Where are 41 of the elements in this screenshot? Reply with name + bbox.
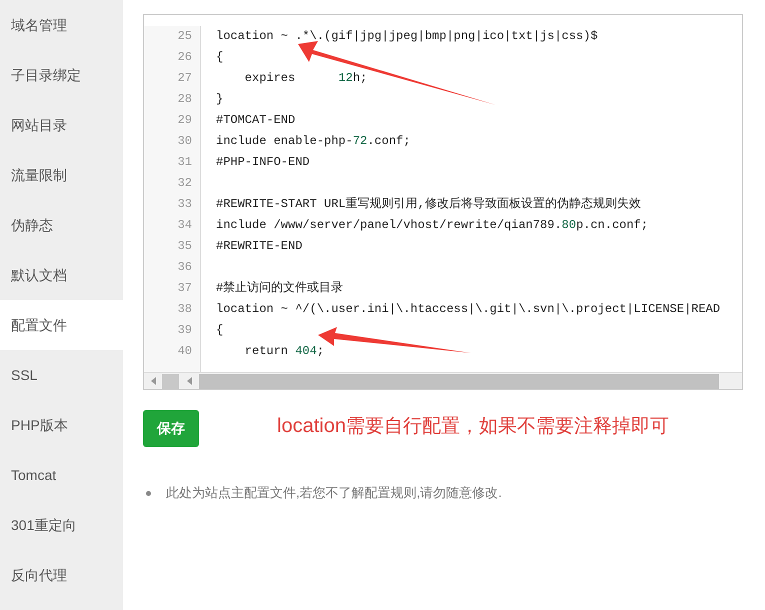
line-number: 39 bbox=[176, 322, 193, 339]
horizontal-scrollbar[interactable] bbox=[144, 372, 742, 389]
left-arrow-icon[interactable] bbox=[150, 377, 156, 385]
line-number: 37 bbox=[176, 280, 193, 297]
save-button[interactable]: 保存 bbox=[143, 410, 199, 447]
code-line: expires 12h; bbox=[244, 70, 368, 87]
code-line: #禁止访问的文件或目录 bbox=[216, 280, 344, 297]
left-arrow-icon[interactable] bbox=[186, 377, 192, 385]
scrollbar-thumb[interactable] bbox=[199, 374, 719, 388]
line-number: 31 bbox=[176, 154, 193, 171]
code-line: location ~ ^/(\.user.ini|\.htaccess|\.git|\.svn|\.project|LICENSE|READ bbox=[216, 301, 720, 318]
line-number: 35 bbox=[176, 238, 193, 255]
line-number: 38 bbox=[176, 301, 193, 318]
scrollbar-corner bbox=[162, 374, 179, 388]
line-number: 36 bbox=[176, 259, 193, 276]
code-editor[interactable] bbox=[143, 14, 743, 390]
line-number: 30 bbox=[176, 133, 193, 150]
line-number: 40 bbox=[176, 343, 193, 360]
line-number: 29 bbox=[176, 112, 193, 129]
code-line: location ~ .*\.(gif|jpg|jpeg|bmp|png|ico|txt|js|css)$ bbox=[216, 28, 598, 45]
line-number: 28 bbox=[176, 91, 193, 108]
code-line: #PHP-INFO-END bbox=[216, 154, 310, 171]
line-number: 34 bbox=[176, 217, 193, 234]
code-line: { bbox=[216, 322, 224, 339]
code-line: { bbox=[216, 49, 224, 66]
code-line: #REWRITE-END bbox=[216, 238, 302, 255]
sidebar-item[interactable]: 配置文件 bbox=[0, 300, 123, 350]
code-line: include enable-php-72.conf; bbox=[216, 133, 410, 150]
code-line: include /www/server/panel/vhost/rewrite/qian789.80p.cn.conf; bbox=[216, 217, 648, 234]
line-number: 32 bbox=[176, 175, 193, 192]
code-line: return 404; bbox=[244, 343, 324, 360]
note-text: 此处为站点主配置文件,若您不了解配置规则,请勿随意修改. bbox=[166, 484, 502, 502]
line-number: 33 bbox=[176, 196, 193, 213]
code-line: #REWRITE-START URL重写规则引用,修改后将导致面板设置的伪静态规则失效 bbox=[216, 196, 641, 213]
code-line: #TOMCAT-END bbox=[216, 112, 296, 129]
line-number: 27 bbox=[176, 70, 193, 87]
line-number: 26 bbox=[176, 49, 193, 66]
bullet-icon bbox=[146, 490, 151, 496]
line-number: 25 bbox=[176, 28, 193, 45]
code-line: } bbox=[216, 91, 224, 108]
annotation-text: location需要自行配置，如果不需要注释掉即可 bbox=[277, 414, 669, 438]
